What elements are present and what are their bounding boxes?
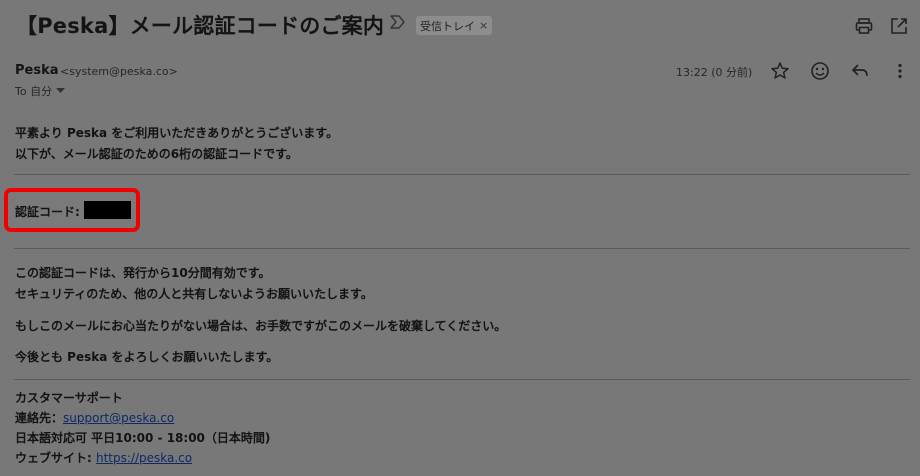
inbox-label-text: 受信トレイ <box>420 19 475 33</box>
divider-top <box>14 174 910 175</box>
emoji-icon[interactable] <box>810 61 830 81</box>
contact-label: 連絡先： <box>15 411 64 425</box>
open-in-new-window-icon[interactable] <box>890 17 908 35</box>
verification-code-label: 認証コード: <box>15 205 80 219</box>
notice-text: もしこのメールにお心当たりがない場合は、お手数ですがこのメールを破棄してください… <box>15 319 507 333</box>
signature-contact: 連絡先：support@peska.co <box>15 409 174 426</box>
divider-bottom <box>14 379 910 380</box>
sender-name: Peska <box>15 63 59 78</box>
important-marker-icon[interactable] <box>389 14 407 30</box>
chevron-down-icon <box>56 88 66 93</box>
recipient-dropdown[interactable]: To 自分 <box>15 83 66 99</box>
validity-line-2: セキュリティのため、他の人と共有しないようお願いいたします。 <box>15 287 373 301</box>
website-label: ウェブサイト: <box>15 451 96 465</box>
sender-email: <system@peska.co> <box>60 65 178 78</box>
timestamp: 13:22 (0 分前) <box>676 66 753 79</box>
more-vert-icon[interactable] <box>890 61 910 81</box>
signature-hours: 日本語対応可 平日10:00 - 18:00（日本時間) <box>15 431 271 445</box>
star-icon[interactable] <box>770 61 790 81</box>
signature-title: カスタマーサポート <box>15 391 123 405</box>
validity-line-1: この認証コードは、発行から10分間有効です。 <box>15 266 271 280</box>
divider-middle <box>14 248 910 249</box>
print-icon[interactable] <box>855 17 873 35</box>
remove-label-icon[interactable]: × <box>479 19 488 32</box>
closing-text: 今後とも Peska をよろしくお願いいたします。 <box>15 350 279 364</box>
reply-icon[interactable] <box>850 61 870 81</box>
email-subject: 【Peska】メール認証コードのご案内 <box>16 14 385 38</box>
body-greeting-line-1: 平素より Peska をご利用いただきありがとうございます。 <box>15 126 339 140</box>
website-link[interactable]: https://peska.co <box>96 451 192 465</box>
verification-code-redacted <box>84 201 131 219</box>
support-email-link[interactable]: support@peska.co <box>63 411 174 425</box>
recipient-label: To 自分 <box>15 85 53 98</box>
inbox-label-chip[interactable]: 受信トレイ × <box>416 16 493 35</box>
body-greeting-line-2: 以下が、メール認証のための6桁の認証コードです。 <box>15 147 298 161</box>
signature-website: ウェブサイト: https://peska.co <box>15 449 192 466</box>
